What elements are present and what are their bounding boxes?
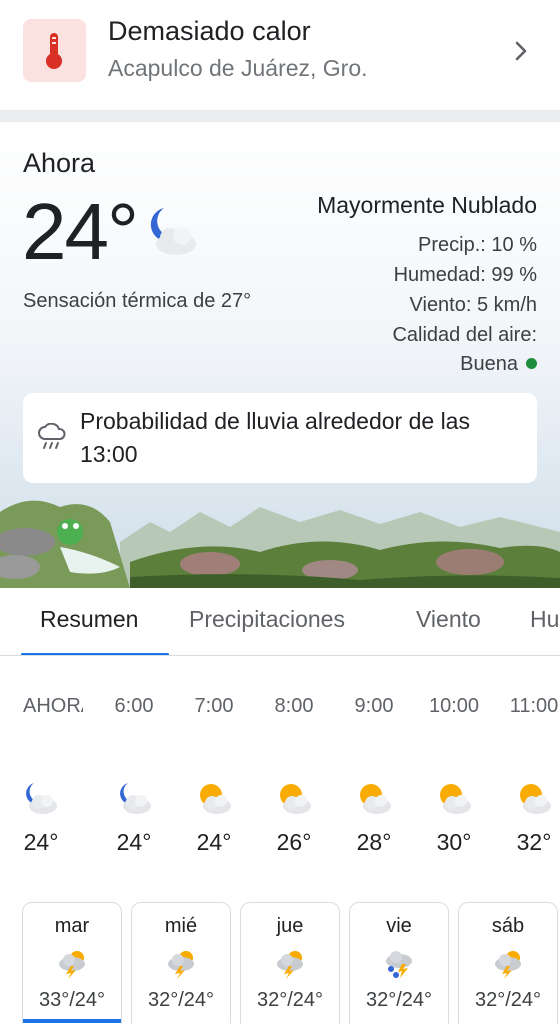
heat-alert-card[interactable]: Demasiado calor Acapulco de Juárez, Gro.: [0, 0, 560, 110]
moon-cloud-icon: [150, 208, 196, 255]
moon-cloud-icon: [26, 783, 57, 814]
hour-time: 7:00: [194, 695, 234, 717]
day-name: vie: [386, 915, 412, 937]
day-name: jue: [276, 915, 304, 937]
day-name: mié: [164, 915, 198, 937]
hour-time: AHORA: [23, 695, 83, 717]
day-card[interactable]: mié 32°/24°: [131, 902, 231, 1024]
chevron-right-icon[interactable]: [506, 36, 536, 66]
day-temp-range: 32°/24°: [474, 989, 542, 1011]
alert-location: Acapulco de Juárez, Gro.: [108, 55, 368, 81]
hour-temp: 24°: [116, 829, 152, 855]
hour-temp: 28°: [356, 829, 392, 855]
hour-temp: 32°: [516, 829, 552, 855]
feels-like: Sensación térmica de 27°: [23, 290, 252, 312]
thunderstorm-rain-icon: [386, 951, 412, 978]
day-card[interactable]: jue 32°/24°: [240, 902, 340, 1024]
current-temperature: 24°: [22, 187, 139, 276]
now-label: Ahora: [23, 148, 96, 178]
hour-temp: 26°: [276, 829, 312, 855]
day-name: mar: [54, 915, 90, 937]
air-quality-dot: [526, 358, 537, 369]
hour-item: 7:00 24°: [174, 657, 254, 887]
sun-cloud-icon: [360, 784, 391, 814]
tab-humidity[interactable]: Humedad: [530, 606, 560, 633]
moon-cloud-icon: [120, 783, 151, 814]
sun-cloud-icon: [440, 784, 471, 814]
thunderstorm-icon: [59, 951, 85, 979]
hour-time: 10:00: [428, 695, 480, 717]
thermometer-icon: [23, 19, 86, 82]
day-card[interactable]: sáb 32°/24°: [458, 902, 558, 1024]
hour-time: 8:00: [274, 695, 314, 717]
day-temp-range: 33°/24°: [38, 989, 106, 1011]
air-quality-row[interactable]: Buena: [460, 353, 537, 376]
alert-title: Demasiado calor: [108, 16, 311, 46]
air-quality-label: Calidad del aire:: [392, 324, 537, 346]
day-card[interactable]: vie 32°/24°: [349, 902, 449, 1024]
wind-value: Viento: 5 km/h: [409, 294, 537, 316]
hour-item: 11:00 32°: [494, 657, 560, 887]
tab-precipitation[interactable]: Precipitaciones: [189, 606, 345, 633]
selected-day-indicator: [23, 1019, 121, 1023]
landscape-illustration: [0, 500, 560, 588]
current-weather-panel: Ahora 24° Sensación térmica de 27° Mayor…: [0, 122, 560, 588]
hourly-forecast[interactable]: AHORA 24° 6:00 24° 7:00 24° 8:00 26° 9:0…: [0, 657, 560, 897]
tab-wind[interactable]: Viento: [416, 606, 481, 633]
day-temp-range: 32°/24°: [256, 989, 324, 1011]
day-temp-range: 32°/24°: [147, 989, 215, 1011]
hour-item: 9:00 28°: [334, 657, 414, 887]
rain-notice-card[interactable]: Probabilidad de lluvia alrededor de las …: [23, 393, 537, 483]
tab-summary[interactable]: Resumen: [40, 606, 138, 633]
air-quality-value: Buena: [460, 353, 518, 375]
rain-cloud-icon: [38, 423, 66, 449]
hour-time: 11:00: [509, 695, 559, 717]
hour-temp: 30°: [436, 829, 472, 855]
sun-cloud-icon: [520, 784, 551, 814]
day-name: sáb: [491, 915, 525, 937]
hour-item: AHORA 24°: [0, 657, 83, 887]
thunderstorm-icon: [168, 951, 194, 979]
day-temp-range: 32°/24°: [365, 989, 433, 1011]
condition-label: Mayormente Nublado: [317, 192, 537, 218]
hour-time: 6:00: [114, 695, 154, 717]
sun-cloud-icon: [280, 784, 311, 814]
forecast-tabs: Resumen Precipitaciones Viento Humedad: [0, 588, 560, 656]
rain-notice-text: Probabilidad de lluvia alrededor de las …: [80, 408, 470, 467]
precip-value: Precip.: 10 %: [418, 234, 537, 256]
humidity-value: Humedad: 99 %: [393, 264, 537, 286]
hour-temp: 24°: [196, 829, 232, 855]
hour-time: 9:00: [354, 695, 394, 717]
hour-item: 8:00 26°: [254, 657, 334, 887]
thunderstorm-icon: [495, 951, 521, 979]
section-divider: [0, 110, 560, 122]
hour-item: 10:00 30°: [414, 657, 494, 887]
hour-item: 6:00 24°: [94, 657, 174, 887]
thunderstorm-icon: [277, 951, 303, 979]
day-card-selected[interactable]: mar 33°/24°: [22, 902, 122, 1024]
hour-temp: 24°: [23, 829, 59, 855]
sun-cloud-icon: [200, 784, 231, 814]
active-tab-indicator: [21, 653, 169, 655]
